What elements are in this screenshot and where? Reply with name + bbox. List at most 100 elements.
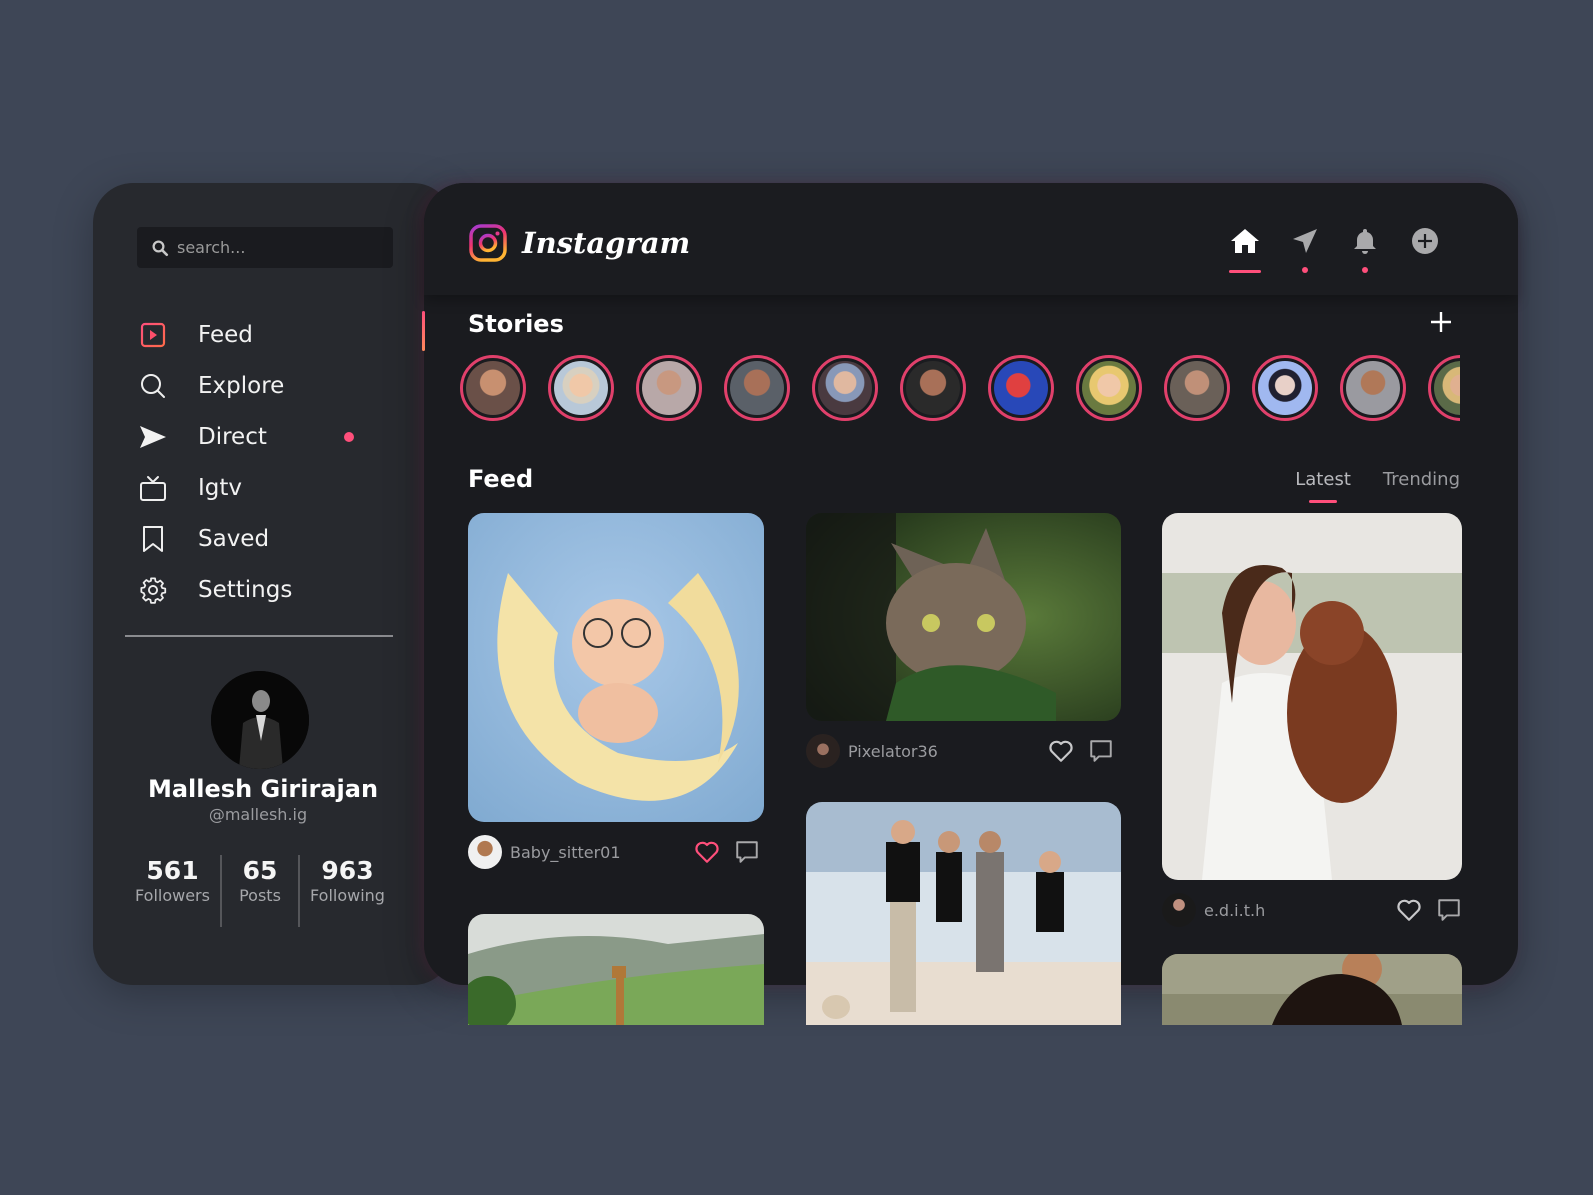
add-story-icon[interactable]	[1430, 311, 1452, 333]
comment-icon[interactable]	[1088, 738, 1114, 764]
home-icon	[1231, 229, 1259, 253]
top-bar: Instagram	[424, 183, 1518, 295]
stat-value: 65	[242, 856, 278, 885]
profile-name: Mallesh Girirajan	[147, 775, 379, 803]
sidebar-item-label: Igtv	[198, 474, 243, 501]
story-avatar[interactable]	[1076, 355, 1142, 421]
sidebar-item-label: Direct	[198, 423, 267, 450]
post-meta: Pixelator36	[806, 733, 1114, 769]
story-image	[994, 361, 1048, 415]
tab-latest[interactable]: Latest	[1295, 469, 1351, 503]
bell-icon	[1354, 229, 1376, 254]
stat-label: Followers	[135, 886, 210, 905]
story-avatar[interactable]	[900, 355, 966, 421]
story-avatar[interactable]	[1428, 355, 1460, 421]
sidebar-item-label: Saved	[198, 525, 270, 552]
instagram-logo-icon	[469, 224, 507, 262]
sidebar-item-explore[interactable]: Explore	[138, 360, 378, 411]
stat-label: Following	[310, 886, 385, 905]
send-icon	[138, 422, 168, 452]
stat-value: 963	[321, 856, 374, 885]
story-image	[1082, 361, 1136, 415]
profile-stats: 561 Followers 65 Posts 963 Following	[125, 855, 395, 927]
active-nav-indicator	[422, 311, 425, 351]
gear-icon	[138, 575, 168, 605]
story-image	[1170, 361, 1224, 415]
story-avatar[interactable]	[1164, 355, 1230, 421]
story-avatar[interactable]	[1340, 355, 1406, 421]
post-username[interactable]: Baby_sitter01	[510, 843, 680, 862]
tv-icon	[138, 473, 168, 503]
home-button[interactable]	[1229, 227, 1261, 273]
comment-icon[interactable]	[734, 839, 760, 865]
tab-trending[interactable]: Trending	[1383, 469, 1460, 497]
search-icon	[138, 371, 168, 401]
profile-handle: @mallesh.ig	[208, 805, 308, 824]
story-image	[1434, 361, 1460, 415]
sidebar-divider	[125, 635, 393, 637]
stories-title: Stories	[468, 310, 564, 338]
heart-icon[interactable]	[1048, 738, 1074, 764]
stat-label: Posts	[239, 886, 281, 905]
notification-dot	[344, 431, 354, 442]
post-username[interactable]: Pixelator36	[848, 742, 1018, 761]
feed-tabs: Latest Trending	[1295, 469, 1460, 503]
stat-value: 561	[146, 856, 199, 885]
story-avatar[interactable]	[1252, 355, 1318, 421]
story-avatar[interactable]	[724, 355, 790, 421]
sidebar: Feed Explore Direct Igtv Saved	[93, 183, 453, 985]
comment-icon[interactable]	[1436, 897, 1462, 923]
sidebar-item-igtv[interactable]: Igtv	[138, 462, 378, 513]
sidebar-item-label: Explore	[198, 372, 285, 399]
story-image	[730, 361, 784, 415]
search-box[interactable]	[137, 227, 393, 268]
post-image[interactable]	[468, 513, 764, 822]
send-icon	[1293, 229, 1317, 253]
story-image	[906, 361, 960, 415]
stories-row	[460, 355, 1460, 421]
sidebar-item-saved[interactable]: Saved	[138, 513, 378, 564]
active-indicator	[1229, 270, 1261, 273]
app-logo[interactable]: Instagram	[468, 223, 690, 263]
heart-icon[interactable]	[694, 839, 720, 865]
post-image[interactable]	[1162, 954, 1462, 1025]
stat-posts[interactable]: 65 Posts	[222, 855, 298, 927]
profile-avatar[interactable]	[211, 671, 309, 769]
app-title: Instagram	[522, 226, 691, 260]
sidebar-item-label: Feed	[198, 321, 253, 348]
story-avatar[interactable]	[636, 355, 702, 421]
top-nav	[1229, 227, 1440, 273]
user-avatar[interactable]	[806, 734, 840, 768]
story-avatar[interactable]	[460, 355, 526, 421]
story-image	[818, 361, 872, 415]
story-avatar[interactable]	[988, 355, 1054, 421]
notification-dot	[1362, 267, 1368, 273]
notifications-button[interactable]	[1350, 227, 1380, 273]
direct-button[interactable]	[1290, 227, 1320, 273]
stat-followers[interactable]: 561 Followers	[125, 855, 220, 927]
create-post-button[interactable]	[1410, 227, 1440, 273]
post-image[interactable]	[806, 802, 1121, 1025]
story-avatar[interactable]	[548, 355, 614, 421]
post-username[interactable]: e.d.i.t.h	[1204, 901, 1374, 920]
story-avatar[interactable]	[812, 355, 878, 421]
stat-following[interactable]: 963 Following	[300, 855, 395, 927]
post-image[interactable]	[1162, 513, 1462, 880]
search-input[interactable]	[177, 238, 377, 257]
post-image[interactable]	[806, 513, 1121, 721]
add-circle-icon	[1412, 228, 1438, 254]
bookmark-icon	[138, 524, 168, 554]
user-avatar[interactable]	[1162, 893, 1196, 927]
user-avatar[interactable]	[468, 835, 502, 869]
heart-icon[interactable]	[1396, 897, 1422, 923]
sidebar-item-direct[interactable]: Direct	[138, 411, 378, 462]
story-image	[1258, 361, 1312, 415]
sidebar-item-settings[interactable]: Settings	[138, 564, 378, 615]
story-image	[466, 361, 520, 415]
sidebar-item-label: Settings	[198, 576, 293, 603]
sidebar-nav: Feed Explore Direct Igtv Saved Settings	[138, 309, 378, 615]
sidebar-item-feed[interactable]: Feed	[138, 309, 378, 360]
post-image[interactable]	[468, 914, 764, 1025]
play-square-icon	[138, 320, 168, 350]
notification-dot	[1302, 267, 1308, 273]
